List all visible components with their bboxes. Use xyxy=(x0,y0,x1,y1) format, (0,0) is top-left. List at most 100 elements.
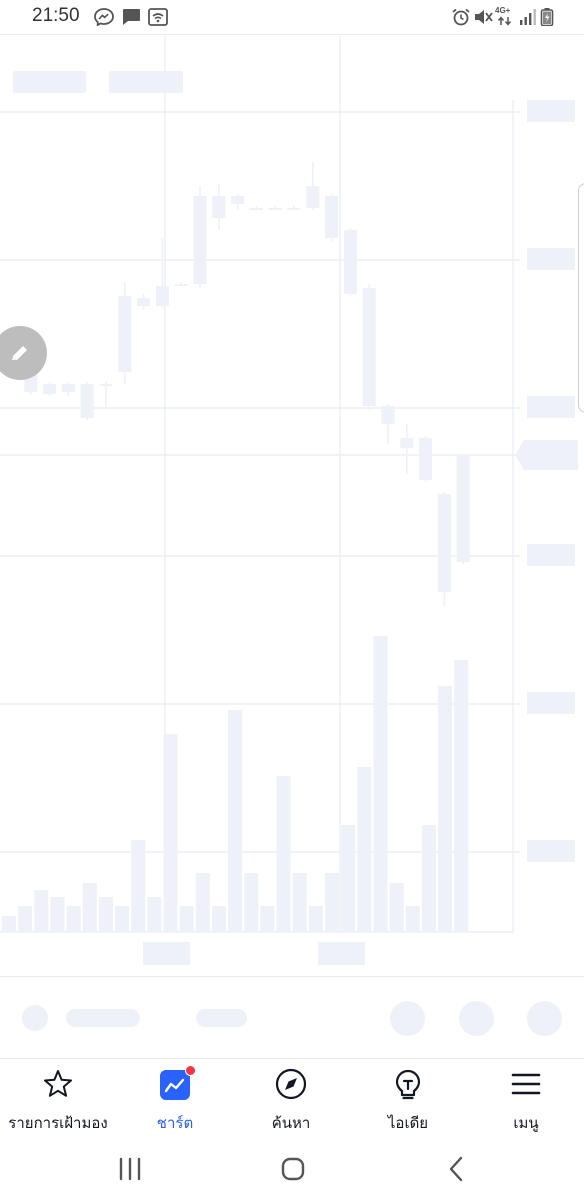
status-time: 21:50 xyxy=(32,5,80,26)
volume-bar xyxy=(228,710,243,931)
system-navigation-bar xyxy=(0,1140,584,1200)
candle-body xyxy=(456,456,470,562)
volume-bar xyxy=(276,776,291,931)
candle-body xyxy=(155,286,169,306)
candle-body xyxy=(362,288,376,406)
toolbar-divider xyxy=(0,976,584,977)
candle-body xyxy=(99,384,113,386)
nav-label-watchlist: รายการเฝ้ามอง xyxy=(8,1114,108,1132)
candle-body xyxy=(325,196,339,238)
nav-item-ideas[interactable]: ไอเดีย xyxy=(350,1067,466,1135)
chart-canvas[interactable] xyxy=(0,36,584,976)
volume-bar xyxy=(50,897,65,931)
candle-body xyxy=(80,384,94,418)
legend-symbol-placeholder xyxy=(13,71,86,93)
candle-body xyxy=(437,494,451,592)
candle-body xyxy=(43,384,57,394)
volume-bar xyxy=(325,873,339,931)
nav-label-chart: ชาร์ต xyxy=(156,1114,194,1132)
toolbar-placeholder-button xyxy=(459,1001,494,1036)
volume-bar xyxy=(421,825,436,931)
side-panel-handle[interactable] xyxy=(578,183,584,413)
pencil-icon xyxy=(11,346,27,362)
candle-body xyxy=(118,296,132,372)
volume-bar xyxy=(195,873,210,931)
volume-bar xyxy=(405,906,420,931)
home-icon[interactable] xyxy=(276,1154,310,1184)
time-label-placeholder xyxy=(143,942,190,965)
network-4g-icon: 4G+ xyxy=(495,6,515,28)
nav-item-search[interactable]: ค้นหา xyxy=(233,1067,349,1135)
legend-price-placeholder xyxy=(109,71,183,93)
back-icon[interactable] xyxy=(440,1154,474,1184)
candle-body xyxy=(419,438,433,480)
volume-bar xyxy=(341,825,356,931)
price-label-placeholder xyxy=(527,248,575,270)
toolbar-placeholder-button xyxy=(390,1001,425,1036)
volume-bar xyxy=(2,916,16,931)
toolbar-placeholder-icon xyxy=(22,1005,48,1031)
signal-icon xyxy=(520,9,536,25)
volume-bar xyxy=(82,883,97,931)
candle-body xyxy=(137,298,151,306)
status-bar: 21:50 4G+ xyxy=(0,0,584,34)
nav-label-ideas: ไอเดีย xyxy=(387,1114,429,1132)
candle-body xyxy=(268,208,282,210)
candle-body xyxy=(249,208,263,210)
volume-bar xyxy=(18,906,33,931)
chart-area[interactable] xyxy=(0,36,584,976)
time-label-placeholder xyxy=(318,942,365,965)
candle-body xyxy=(400,438,414,448)
nav-label-search: ค้นหา xyxy=(271,1114,311,1132)
volume-bar xyxy=(373,636,388,931)
toolbar-placeholder-symbol xyxy=(66,1009,140,1027)
candle-body xyxy=(287,208,301,210)
alarm-icon xyxy=(452,8,470,26)
candle-body xyxy=(174,284,188,286)
candle-body xyxy=(212,196,226,218)
price-label-placeholder xyxy=(527,544,575,566)
nav-item-menu[interactable]: เมนู xyxy=(468,1067,584,1135)
candle-body xyxy=(61,384,75,392)
bottom-navigation: รายการเฝ้ามอง ชาร์ต ค้นหา ไอเดีย เมนู xyxy=(0,1059,584,1139)
volume-bar xyxy=(66,906,81,931)
volume-bar xyxy=(438,686,453,931)
candle-body xyxy=(381,406,395,424)
volume-bar xyxy=(260,906,275,931)
candle-body xyxy=(193,196,207,284)
last-price-label-placeholder xyxy=(515,440,578,470)
price-label-placeholder xyxy=(527,692,575,714)
hamburger-menu-icon xyxy=(511,1073,541,1095)
volume-bar xyxy=(131,840,146,931)
toolbar-placeholder-interval xyxy=(196,1009,247,1027)
volume-bar xyxy=(454,660,469,931)
chat-icon xyxy=(123,9,140,25)
volume-bar xyxy=(292,873,307,931)
price-label-placeholder xyxy=(527,840,575,862)
candle-body xyxy=(231,196,245,204)
nav-item-chart[interactable]: ชาร์ต xyxy=(117,1065,233,1135)
price-label-placeholder xyxy=(527,100,575,122)
recent-apps-icon[interactable] xyxy=(113,1154,147,1184)
volume-bar xyxy=(308,906,323,931)
volume-bar xyxy=(34,890,49,931)
battery-charging-icon xyxy=(540,8,554,26)
volume-bar xyxy=(163,734,178,931)
volume-bar xyxy=(98,897,113,931)
status-divider xyxy=(0,34,584,35)
candlesticks xyxy=(5,162,470,606)
star-icon xyxy=(44,1070,72,1097)
volume-bar xyxy=(115,906,130,931)
volume-bars xyxy=(2,636,469,931)
nav-item-watchlist[interactable]: รายการเฝ้ามอง xyxy=(0,1067,116,1135)
volume-bar xyxy=(357,767,372,931)
volume-bar xyxy=(179,906,194,931)
candle-body xyxy=(343,230,357,294)
messenger-icon xyxy=(94,8,114,26)
candle-body xyxy=(306,186,320,208)
volume-bar xyxy=(211,906,226,931)
notification-badge xyxy=(185,1065,196,1076)
volume-bar xyxy=(244,873,259,931)
volume-bar xyxy=(389,883,404,931)
nav-label-menu: เมนู xyxy=(513,1114,539,1132)
